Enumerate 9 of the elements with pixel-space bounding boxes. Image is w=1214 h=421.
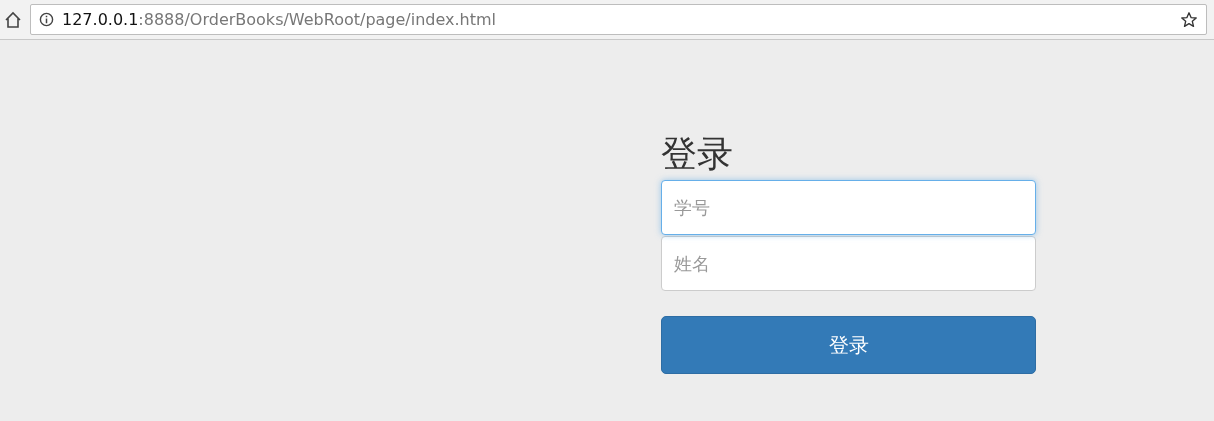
- star-icon[interactable]: [1180, 10, 1198, 29]
- input-field[interactable]: 学号: [661, 180, 1036, 235]
- input-field[interactable]: 姓名: [661, 236, 1036, 291]
- info-icon[interactable]: [39, 12, 54, 27]
- url-text: 127.0.0.1:8888/OrderBooks/WebRoot/page/index.html: [62, 8, 498, 31]
- address-bar[interactable]: 127.0.0.1:8888/OrderBooks/WebRoot/page/index.html: [30, 4, 1207, 35]
- home-icon[interactable]: [4, 10, 22, 29]
- login-button[interactable]: 登录: [661, 316, 1036, 374]
- login-title: 登录: [661, 132, 734, 176]
